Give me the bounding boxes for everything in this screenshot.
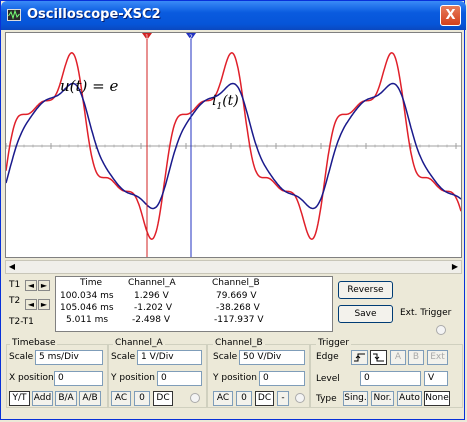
- channel-a-zero-button[interactable]: 0: [134, 391, 150, 406]
- row3-time: 5.011 ms: [66, 315, 109, 325]
- channel-a-y-position-label: Y position: [111, 373, 156, 383]
- trigger-type-label: Type: [316, 394, 337, 404]
- t1-right-arrow-icon[interactable]: ►: [38, 280, 50, 291]
- cursor-2-label: 2: [189, 34, 193, 41]
- horizontal-scrollbar[interactable]: ◀ ▶: [5, 260, 462, 274]
- channel-b-title: Channel_B: [213, 338, 265, 348]
- t2-label: T2: [9, 296, 21, 306]
- row1-channel-b: 79.669 V: [216, 291, 257, 301]
- channel-b-minus-button[interactable]: -: [277, 391, 289, 406]
- timebase-scale-field[interactable]: 5 ms/Div: [35, 350, 103, 365]
- header-channel-a: Channel_A: [128, 278, 176, 288]
- title-bar[interactable]: Oscilloscope-XSC2 X: [1, 1, 466, 30]
- trigger-level-unit[interactable]: V: [424, 371, 448, 386]
- mode-ab-button[interactable]: A/B: [79, 391, 101, 406]
- header-time: Time: [80, 278, 103, 288]
- channel-a-title: Channel_A: [113, 338, 165, 348]
- voltage-annotation: u(t) = e: [60, 77, 118, 95]
- x-position-field[interactable]: 0: [54, 371, 103, 386]
- trigger-source-a-button[interactable]: A: [390, 350, 406, 365]
- channel-a-dc-button[interactable]: DC: [153, 391, 173, 406]
- row1-channel-a: 1.296 V: [134, 291, 169, 301]
- ext-trigger-terminal-icon[interactable]: [436, 325, 446, 335]
- channel-b-scale-label: Scale: [213, 352, 238, 362]
- trigger-level-field[interactable]: 0: [360, 371, 421, 386]
- measurement-readout: Time Channel_A Channel_B 100.034 ms 1.29…: [55, 276, 333, 332]
- falling-edge-icon[interactable]: [370, 350, 387, 365]
- t2-left-arrow-icon[interactable]: ◄: [25, 299, 37, 310]
- mode-add-button[interactable]: Add: [32, 391, 53, 406]
- save-button[interactable]: Save: [338, 305, 393, 323]
- channel-b-y-position-label: Y position: [213, 373, 258, 383]
- timebase-scale-label: Scale: [9, 352, 34, 362]
- trigger-title: Trigger: [316, 338, 352, 348]
- trigger-source-ext-button[interactable]: Ext: [427, 350, 448, 365]
- mode-yt-button[interactable]: Y/T: [9, 391, 30, 406]
- channel-b-zero-button[interactable]: 0: [236, 391, 252, 406]
- cursor-controls: T1 ◄ ► T2 ◄ ► T2-T1: [7, 277, 55, 332]
- channel-a-y-position-field[interactable]: 0: [157, 371, 202, 386]
- oscilloscope-window: Oscilloscope-XSC2 X 1 2 u(t) = e i1(t) ◀…: [0, 0, 466, 420]
- mode-ba-button[interactable]: B/A: [55, 391, 77, 406]
- channel-a-scale-label: Scale: [111, 352, 136, 362]
- channel-a-terminal-icon[interactable]: [190, 393, 200, 403]
- row3-channel-a: -2.498 V: [132, 315, 171, 325]
- current-annotation: i1(t): [212, 93, 239, 112]
- waveform-plot: 1 2 u(t) = e i1(t): [6, 33, 461, 257]
- channel-b-dc-button[interactable]: DC: [255, 391, 274, 406]
- channel-b-ac-button[interactable]: AC: [213, 391, 233, 406]
- reverse-button[interactable]: Reverse: [338, 281, 393, 299]
- row1-time: 100.034 ms: [60, 291, 114, 301]
- row2-channel-a: -1.202 V: [134, 303, 173, 313]
- trigger-normal-button[interactable]: Nor.: [371, 391, 394, 406]
- trigger-level-label: Level: [316, 374, 340, 384]
- channel-a-scale-field[interactable]: 1 V/Div: [137, 350, 202, 365]
- scroll-right-icon[interactable]: ▶: [449, 261, 461, 273]
- window-title: Oscilloscope-XSC2: [27, 7, 161, 22]
- scroll-left-icon[interactable]: ◀: [6, 261, 18, 273]
- trigger-single-button[interactable]: Sing.: [343, 391, 368, 406]
- channel-b-y-position-field[interactable]: 0: [259, 371, 305, 386]
- cursor-1-label: 1: [145, 34, 149, 41]
- channel-b-terminal-icon[interactable]: [295, 393, 305, 403]
- channel-a-ac-button[interactable]: AC: [111, 391, 131, 406]
- oscilloscope-display: 1 2 u(t) = e i1(t): [5, 32, 462, 258]
- t1-left-arrow-icon[interactable]: ◄: [25, 280, 37, 291]
- trigger-source-b-button[interactable]: B: [408, 350, 424, 365]
- trigger-auto-button[interactable]: Auto: [397, 391, 422, 406]
- row3-channel-b: -117.937 V: [214, 315, 264, 325]
- display-grid: [6, 143, 461, 149]
- ext-trigger-label: Ext. Trigger: [400, 308, 452, 318]
- t1-label: T1: [9, 280, 21, 290]
- timebase-title: Timebase: [10, 338, 58, 348]
- header-channel-b: Channel_B: [212, 278, 260, 288]
- row2-channel-b: -38.268 V: [216, 303, 260, 313]
- trigger-edge-label: Edge: [316, 352, 339, 362]
- t2-right-arrow-icon[interactable]: ►: [38, 299, 50, 310]
- x-position-label: X position: [9, 373, 54, 383]
- row2-time: 105.046 ms: [60, 303, 114, 313]
- t2-t1-label: T2-T1: [9, 317, 34, 327]
- trigger-none-button[interactable]: None: [424, 391, 450, 406]
- oscilloscope-app-icon: [7, 9, 21, 21]
- channel-b-scale-field[interactable]: 50 V/Div: [239, 350, 305, 365]
- rising-edge-icon[interactable]: [351, 350, 368, 365]
- close-button[interactable]: X: [440, 5, 461, 26]
